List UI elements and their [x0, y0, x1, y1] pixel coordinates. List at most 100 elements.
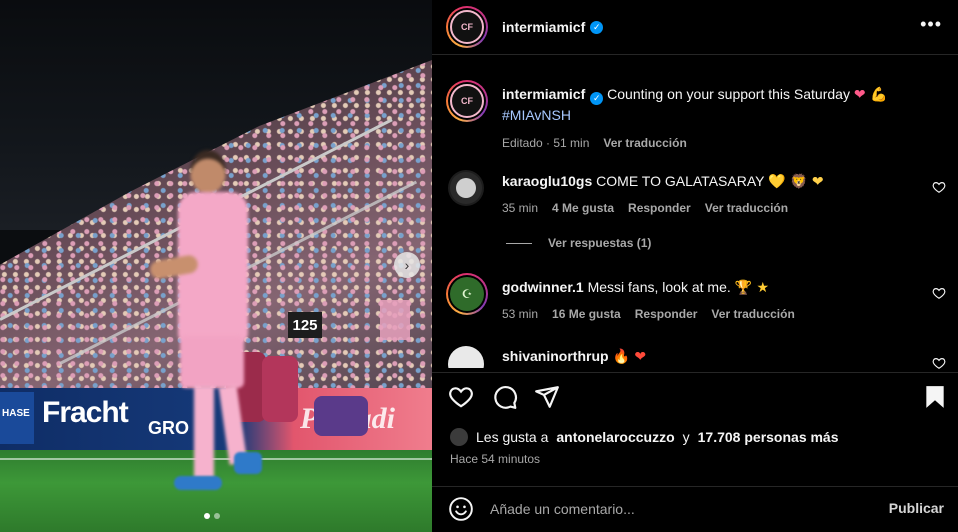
header-username[interactable]: intermiamicf	[502, 19, 585, 35]
comment-reply-button[interactable]: Responder	[628, 198, 691, 218]
post-side-panel: CF intermiamicf ✓ ••• CF intermiamicf ✓ C…	[432, 0, 958, 532]
comment-avatar[interactable]: ☪	[446, 273, 488, 315]
send-icon[interactable]	[534, 384, 560, 410]
comment-username[interactable]: godwinner.1	[502, 279, 584, 295]
avatar-ring-gap: CF	[448, 82, 486, 120]
comment-avatar[interactable]	[448, 346, 484, 368]
comment-reply-button[interactable]: Responder	[635, 304, 698, 324]
media-main-player	[148, 150, 262, 500]
avatar-ring-gap: ☪	[448, 275, 486, 313]
divider	[432, 372, 958, 373]
view-replies-label: Ver respuestas (1)	[548, 236, 652, 250]
heart-outline-icon[interactable]	[448, 384, 474, 410]
caption-avatar[interactable]: CF	[446, 80, 488, 122]
club-crest-icon: CF	[450, 10, 484, 44]
avatar[interactable]	[448, 346, 484, 368]
comment-emojis: 🔥 ❤	[612, 349, 647, 365]
comment-item: shivaninorthrup 🔥 ❤	[502, 346, 922, 367]
publish-button[interactable]: Publicar	[889, 500, 944, 516]
more-options-button[interactable]: •••	[920, 14, 942, 35]
comment-text: godwinner.1 Messi fans, look at me. 🏆 ★	[502, 277, 922, 298]
view-replies-button[interactable]: Ver respuestas (1)	[506, 236, 651, 250]
player-boot	[174, 476, 222, 490]
comment-text: karaoglu10gs COME TO GALATASARAY 💛 🦁 ❤	[502, 171, 922, 192]
caption: intermiamicf ✓ Counting on your support t…	[502, 84, 922, 153]
avatar-image	[450, 172, 482, 204]
verified-badge-icon: ✓	[590, 20, 604, 34]
player-shorts	[180, 336, 244, 388]
media-opponent-player	[314, 396, 368, 436]
next-slide-button[interactable]: ›	[394, 252, 420, 278]
caption-emojis: ❤ 💪	[853, 87, 888, 103]
replies-line	[506, 242, 532, 244]
post-action-bar	[432, 380, 958, 414]
club-crest-icon: CF	[450, 84, 484, 118]
chevron-right-icon: ›	[404, 257, 410, 273]
comment-translate-button[interactable]: Ver traducción	[711, 304, 794, 324]
liker-username[interactable]: antonelaroccuzzo	[556, 429, 674, 445]
heart-outline-icon[interactable]	[932, 356, 946, 370]
likes-prefix: Les gusta a	[476, 429, 549, 445]
comment-body: Messi fans, look at me.	[587, 279, 731, 295]
post-media[interactable]: 125 HASE Fracht GRO Palkadi ›	[0, 0, 432, 532]
comment-body: COME TO GALATASARAY	[596, 173, 765, 189]
avatar-image: ☪	[450, 277, 484, 311]
avatar[interactable]: ☪	[446, 273, 488, 315]
media-opponent-player	[262, 356, 298, 422]
caption-hashtag[interactable]: #MIAvNSH	[502, 105, 922, 125]
caption-translate-button[interactable]: Ver traducción	[603, 133, 686, 153]
caption-meta: Editado · 51 min Ver traducción	[502, 133, 922, 153]
comment-avatar[interactable]	[448, 170, 484, 206]
avatar-ring-gap: CF	[448, 8, 486, 46]
comment-meta: 53 min 16 Me gusta Responder Ver traducc…	[502, 304, 922, 324]
caption-username[interactable]: intermiamicf	[502, 86, 585, 102]
post-timestamp[interactable]: Hace 54 minutos	[450, 452, 540, 466]
comment-emojis: 🏆 ★	[734, 280, 770, 296]
comment-meta: 35 min 4 Me gusta Responder Ver traducci…	[502, 198, 922, 218]
comment-text: shivaninorthrup 🔥 ❤	[502, 346, 922, 367]
player-boot	[234, 452, 262, 474]
comment-time: 35 min	[502, 201, 539, 215]
divider	[432, 54, 958, 55]
likes-connector: y	[682, 429, 690, 445]
carousel-dots	[204, 513, 220, 519]
bookmark-filled-icon[interactable]	[922, 384, 948, 410]
comment-translate-button[interactable]: Ver traducción	[705, 198, 788, 218]
caption-body: Counting on your support this Saturday	[607, 86, 850, 102]
player-leg	[194, 386, 214, 478]
instagram-post-modal: 125 HASE Fracht GRO Palkadi ›	[0, 0, 958, 532]
media-stand-sign: 125	[288, 312, 322, 338]
comment-emojis: 💛 🦁 ❤	[768, 174, 824, 190]
comment-username[interactable]: karaoglu10gs	[502, 173, 592, 189]
divider	[432, 486, 958, 487]
calligraphy-icon: ☪	[461, 287, 473, 301]
avatar-face-icon	[456, 178, 476, 198]
media-ad-fracht: Fracht	[42, 396, 129, 429]
caption-text: intermiamicf ✓ Counting on your support t…	[502, 84, 922, 105]
comment-likes-count[interactable]: 16 Me gusta	[552, 304, 621, 324]
heart-outline-icon[interactable]	[932, 180, 946, 194]
media-ad-chase: HASE	[0, 392, 34, 444]
more-horizontal-icon: •••	[920, 14, 942, 34]
avatar[interactable]: CF	[446, 6, 488, 48]
heart-outline-icon[interactable]	[932, 286, 946, 300]
edited-label: Editado	[502, 136, 543, 150]
caption-edited-time: Editado · 51 min	[502, 136, 590, 150]
liker-avatar[interactable]	[450, 428, 468, 446]
comment-likes-count[interactable]: 4 Me gusta	[552, 198, 614, 218]
comment-input[interactable]	[490, 499, 870, 519]
media-stand-sign-pink	[380, 300, 410, 340]
likes-summary: Les gusta a antonelaroccuzzo y 17.708 pe…	[450, 428, 839, 446]
avatar[interactable]: CF	[446, 80, 488, 122]
comment-item: godwinner.1 Messi fans, look at me. 🏆 ★ …	[502, 277, 922, 324]
player-head	[190, 150, 226, 194]
comment-time: 53 min	[502, 307, 539, 321]
comment-icon[interactable]	[492, 384, 518, 410]
comment-username[interactable]: shivaninorthrup	[502, 348, 609, 364]
likes-others[interactable]: 17.708 personas más	[698, 429, 839, 445]
emoji-smile-icon[interactable]	[448, 496, 474, 522]
post-header: CF intermiamicf ✓ •••	[432, 0, 958, 54]
carousel-dot	[214, 513, 220, 519]
verified-badge-icon: ✓	[590, 91, 604, 105]
avatar[interactable]	[448, 170, 484, 206]
